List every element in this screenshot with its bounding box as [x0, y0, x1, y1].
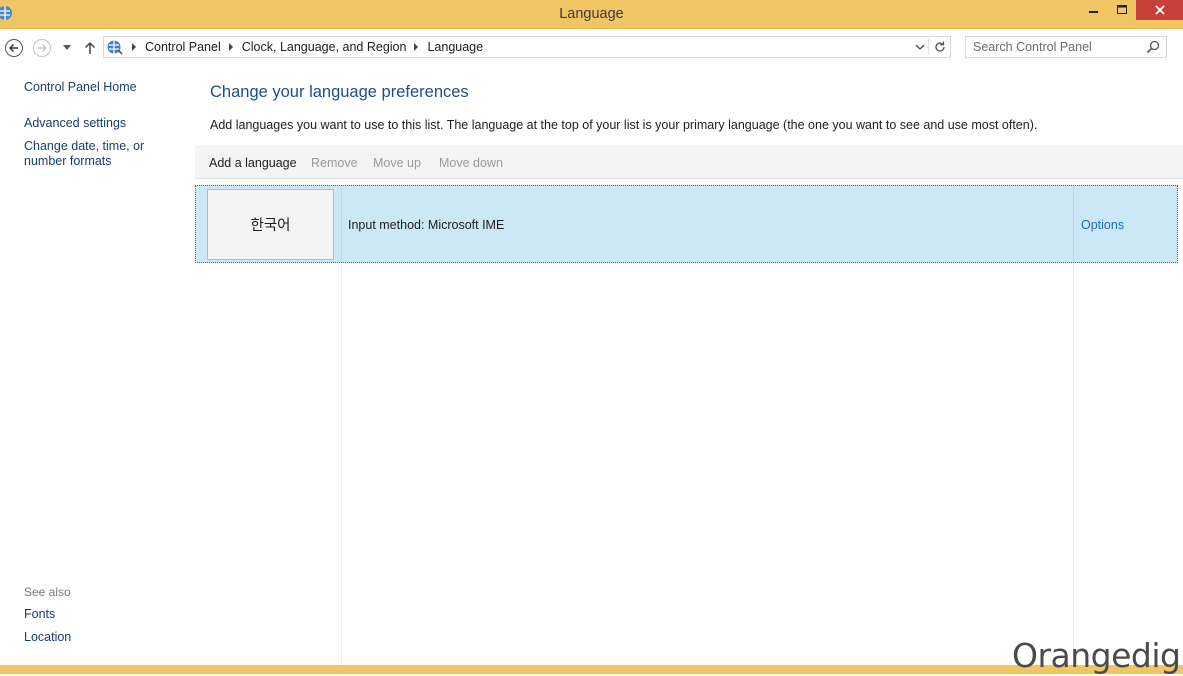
breadcrumb-separator-icon	[414, 43, 419, 51]
breadcrumb: Control Panel Clock, Language, and Regio…	[104, 37, 483, 57]
close-icon	[1154, 5, 1165, 15]
breadcrumb-language[interactable]: Language	[427, 40, 483, 54]
remove-button[interactable]: Remove	[311, 156, 358, 170]
left-pane: Control Panel Home Advanced settings Cha…	[0, 65, 195, 665]
up-button[interactable]	[80, 38, 100, 58]
row-divider	[1073, 186, 1074, 262]
chevron-down-icon	[915, 44, 925, 50]
language-toolbar: Add a language Remove Move up Move down	[195, 146, 1183, 179]
search-box[interactable]	[965, 36, 1167, 58]
search-icon[interactable]	[1146, 40, 1160, 54]
search-input[interactable]	[973, 39, 1143, 55]
minimize-button[interactable]	[1080, 0, 1108, 20]
location-link[interactable]: Location	[24, 630, 189, 645]
address-dropdown-button[interactable]	[912, 39, 929, 55]
window-bottom-border	[0, 665, 1183, 674]
breadcrumb-separator-icon	[228, 43, 233, 51]
breadcrumb-control-panel[interactable]: Control Panel	[145, 40, 221, 54]
window-title: Language	[559, 6, 624, 22]
back-button[interactable]	[4, 38, 24, 58]
language-name-tile: 한국어	[207, 189, 334, 260]
chevron-down-icon	[63, 45, 71, 50]
back-arrow-icon	[5, 39, 23, 57]
title-bar: Language	[0, 0, 1183, 29]
advanced-settings-link[interactable]: Advanced settings	[24, 116, 189, 131]
add-language-button[interactable]: Add a language	[209, 156, 297, 170]
address-bar[interactable]: Control Panel Clock, Language, and Regio…	[103, 36, 951, 58]
refresh-button[interactable]	[930, 39, 950, 55]
row-divider	[341, 186, 342, 262]
forward-arrow-icon	[33, 39, 51, 57]
close-button[interactable]	[1136, 0, 1183, 20]
refresh-icon	[935, 41, 945, 52]
control-panel-home-link[interactable]: Control Panel Home	[24, 80, 189, 95]
change-date-time-formats-link[interactable]: Change date, time, or number formats	[24, 139, 189, 169]
input-method-label: Input method: Microsoft IME	[348, 218, 505, 232]
options-link[interactable]: Options	[1081, 218, 1124, 232]
up-arrow-icon	[84, 41, 96, 54]
maximize-button[interactable]	[1108, 0, 1136, 20]
move-up-button[interactable]: Move up	[373, 156, 421, 170]
column-divider	[1073, 264, 1074, 665]
move-down-button[interactable]: Move down	[439, 156, 503, 170]
recent-locations-button[interactable]	[58, 38, 76, 58]
language-list: 한국어 Input method: Microsoft IME Options	[195, 184, 1183, 665]
see-also-heading: See also	[24, 585, 71, 599]
breadcrumb-separator-icon	[132, 43, 136, 51]
forward-button[interactable]	[32, 38, 52, 58]
minimize-icon	[1089, 11, 1098, 13]
page-title: Change your language preferences	[210, 83, 469, 101]
navigation-bar: Control Panel Clock, Language, and Regio…	[0, 29, 1183, 65]
maximize-icon	[1116, 5, 1127, 14]
column-divider	[341, 264, 342, 665]
page-description: Add languages you want to use to this li…	[210, 118, 1038, 132]
fonts-link[interactable]: Fonts	[24, 607, 189, 622]
breadcrumb-clock-language-region[interactable]: Clock, Language, and Region	[242, 40, 407, 54]
list-item[interactable]: 한국어 Input method: Microsoft IME Options	[195, 185, 1178, 263]
watermark: Orangedigm	[1012, 636, 1183, 675]
control-panel-icon	[107, 40, 123, 55]
